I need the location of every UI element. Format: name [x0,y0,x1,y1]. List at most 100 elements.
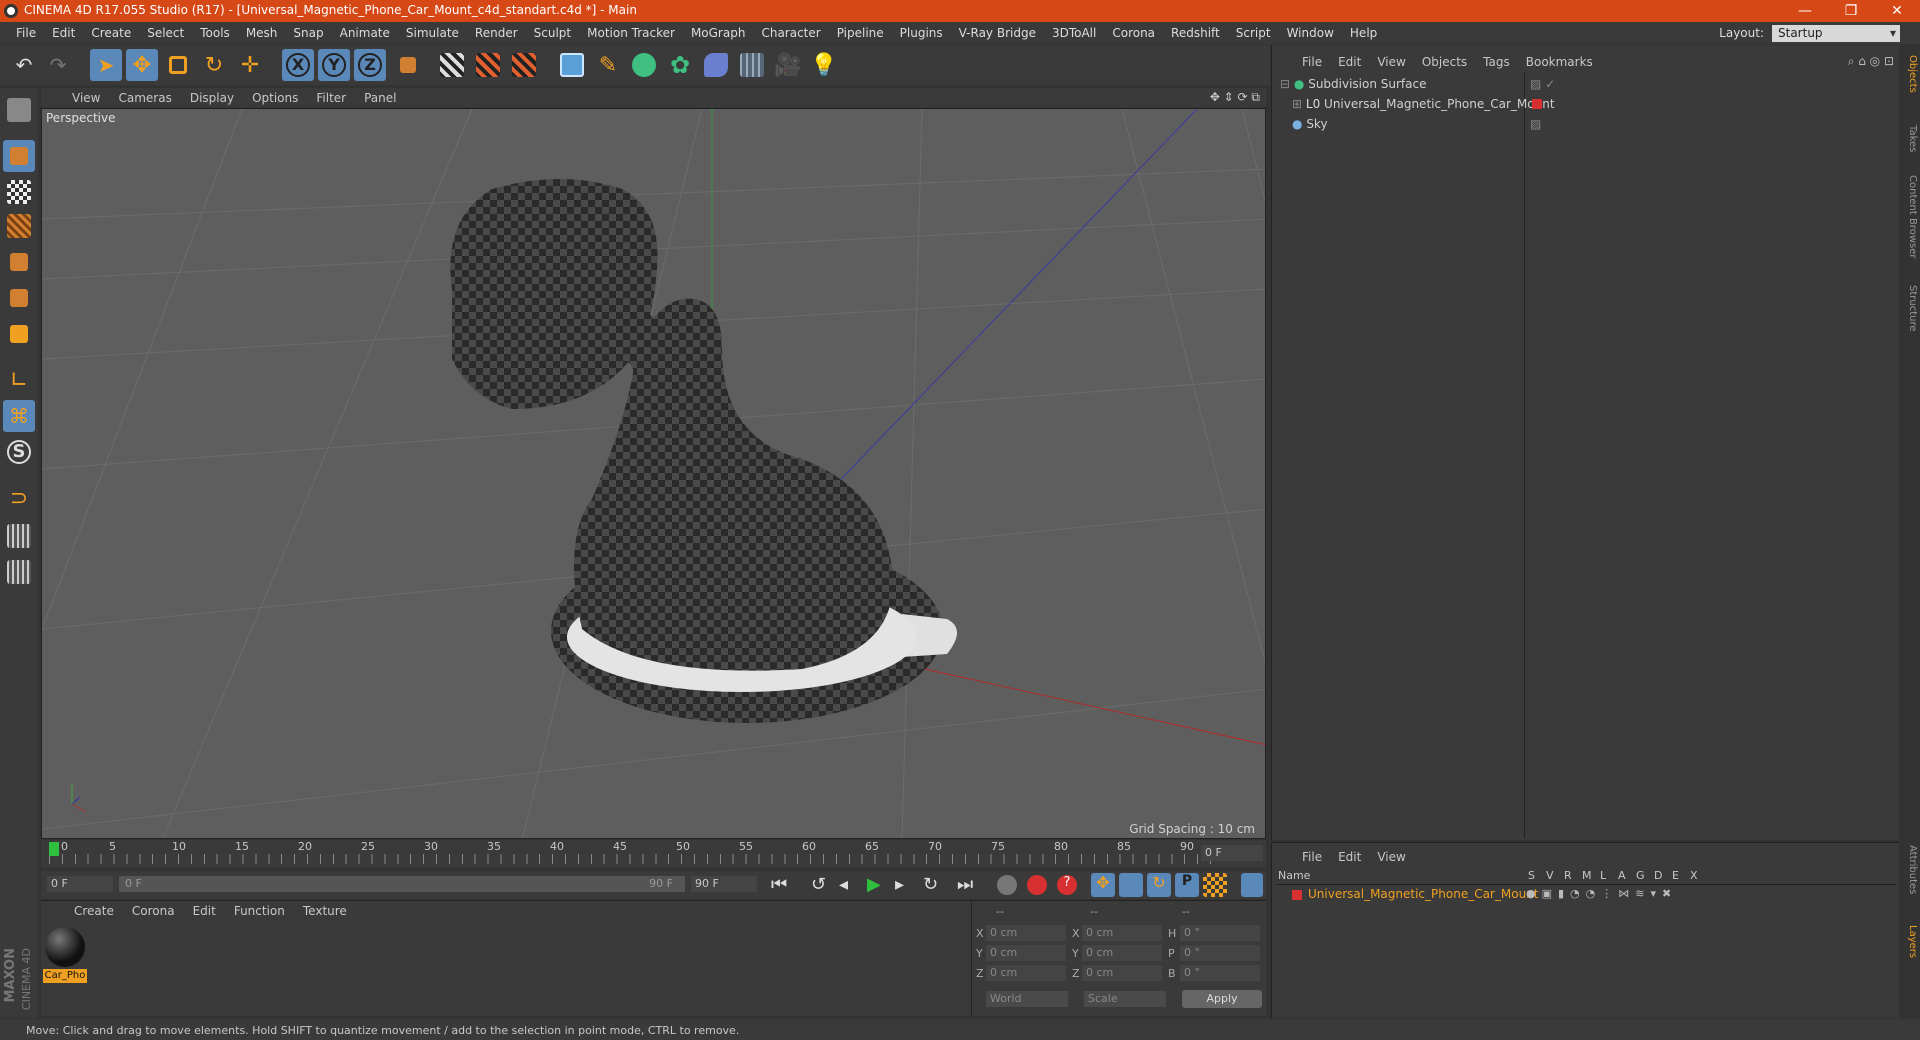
add-deformer-button[interactable] [700,49,732,81]
menu-file[interactable]: File [16,26,36,40]
rotate-tool-button[interactable]: ↻ [198,49,230,81]
texture-mode-button[interactable] [3,176,35,208]
coordinate-mode-dropdown[interactable]: World [986,991,1068,1007]
menu-edit[interactable]: Edit [52,26,75,40]
key-scale-button[interactable] [1119,873,1143,897]
rotation-h-field[interactable]: 0 ° [1180,925,1260,941]
menu-mograph[interactable]: MoGraph [691,26,746,40]
layout-dropdown[interactable]: Startup [1772,24,1900,42]
key-param-button[interactable]: P [1175,873,1199,897]
objects-menu-edit[interactable]: Edit [1338,55,1361,69]
object-row-phone-mount[interactable]: ⊞ L0 Universal_Magnetic_Phone_Car_Mount [1276,95,1896,114]
z-axis-button[interactable]: Z [354,49,386,81]
menu-window[interactable]: Window [1287,26,1334,40]
position-z-field[interactable]: 0 cm [986,965,1066,981]
menu-render[interactable]: Render [475,26,518,40]
menu-pipeline[interactable]: Pipeline [837,26,884,40]
add-floor-button[interactable] [736,49,768,81]
menu-vray-bridge[interactable]: V-Ray Bridge [959,26,1036,40]
objects-menu-objects[interactable]: Objects [1422,55,1467,69]
apply-button[interactable]: Apply [1182,990,1262,1008]
size-mode-dropdown[interactable]: Scale [1084,991,1166,1007]
render-picture-viewer-button[interactable] [472,49,504,81]
tab-attributes[interactable]: Attributes [1902,845,1918,894]
material-menu-function[interactable]: Function [234,904,285,918]
planar-workplane-button[interactable] [3,556,35,588]
menu-snap[interactable]: Snap [293,26,323,40]
menu-3dtoall[interactable]: 3DToAll [1052,26,1096,40]
3d-viewport[interactable]: Perspective Grid Spacing : 10 cm [41,108,1266,839]
layer-color-swatch[interactable] [1292,890,1302,900]
menu-script[interactable]: Script [1236,26,1271,40]
objects-menu-bookmarks[interactable]: Bookmarks [1526,55,1593,69]
menu-motion-tracker[interactable]: Motion Tracker [587,26,675,40]
undo-button[interactable]: ↶ [8,49,40,81]
size-y-field[interactable]: 0 cm [1082,945,1162,961]
layers-menu-edit[interactable]: Edit [1338,850,1361,864]
tab-layers[interactable]: Layers [1902,925,1918,958]
menu-redshift[interactable]: Redshift [1171,26,1220,40]
add-cube-button[interactable] [556,49,588,81]
menu-plugins[interactable]: Plugins [900,26,943,40]
key-rotation-button[interactable]: ↻ [1147,873,1171,897]
objects-menu-tags[interactable]: Tags [1483,55,1510,69]
viewport-menu-panel[interactable]: Panel [364,91,396,105]
edges-mode-button[interactable] [3,282,35,314]
menu-select[interactable]: Select [147,26,184,40]
next-frame-button[interactable]: ▸ [895,874,904,895]
tab-structure[interactable]: Structure [1902,285,1918,332]
key-pla-button[interactable] [1203,873,1227,897]
layer-flags-icons[interactable]: ●▣▮◔◔⋮⋈≋▾✖ [1526,887,1677,900]
layers-menu-file[interactable]: File [1302,850,1322,864]
start-frame-field[interactable]: 0 F [47,876,113,892]
menu-simulate[interactable]: Simulate [406,26,459,40]
viewport-menu-options[interactable]: Options [252,91,298,105]
prev-key-button[interactable]: ↺ [811,874,826,895]
viewport-menu-filter[interactable]: Filter [316,91,346,105]
material-swatch[interactable]: Car_Pho [43,925,87,983]
axis-mode-button[interactable]: ∟ [3,364,35,396]
menu-animate[interactable]: Animate [340,26,390,40]
redo-button[interactable]: ↷ [42,49,74,81]
size-x-field[interactable]: 0 cm [1082,925,1162,941]
menu-create[interactable]: Create [91,26,131,40]
size-z-field[interactable]: 0 cm [1082,965,1162,981]
polygons-mode-button[interactable] [3,318,35,350]
y-axis-button[interactable]: Y [318,49,350,81]
material-menu-create[interactable]: Create [74,904,114,918]
autokey-button[interactable]: ? [1057,875,1077,895]
menu-corona[interactable]: Corona [1112,26,1155,40]
points-mode-button[interactable] [3,246,35,278]
visibility-dots-icon[interactable]: ▨ ✓ [1530,75,1555,94]
snapping-button[interactable]: S [3,436,35,468]
go-to-start-button[interactable]: ⏮ [771,874,787,895]
play-button[interactable]: ▶ [867,874,881,895]
add-camera-button[interactable]: 🎥 [772,49,804,81]
object-row-sky[interactable]: ● Sky ▨ [1276,115,1896,134]
material-menu-edit[interactable]: Edit [193,904,216,918]
restore-button[interactable]: ❐ [1828,0,1874,22]
object-manager-search-icon[interactable]: ⌕ ⌂ ◎ ⊡ [1848,54,1894,69]
add-subdivision-button[interactable] [628,49,660,81]
menu-help[interactable]: Help [1350,26,1377,40]
viewport-nav-icons[interactable]: ✥ ⇕ ⟳ ⧉ [1210,90,1260,105]
add-light-button[interactable]: 💡 [808,49,840,81]
objects-menu-file[interactable]: File [1302,55,1322,69]
sky-visibility-icon[interactable]: ▨ [1530,115,1541,134]
close-button[interactable]: ✕ [1874,0,1920,22]
recent-tool-button[interactable]: ✛ [234,49,266,81]
scale-tool-button[interactable] [162,49,194,81]
menu-sculpt[interactable]: Sculpt [534,26,571,40]
material-menu-corona[interactable]: Corona [132,904,175,918]
playhead[interactable] [49,842,59,856]
material-menu-texture[interactable]: Texture [303,904,347,918]
keyframe-mode-button[interactable] [997,875,1017,895]
layer-color-icon[interactable] [1532,99,1542,109]
layers-menu-view[interactable]: View [1377,850,1405,864]
tweak-mode-button[interactable]: ⌘ [3,400,35,432]
lock-workplane-button[interactable] [3,520,35,552]
position-y-field[interactable]: 0 cm [986,945,1066,961]
render-settings-button[interactable] [508,49,540,81]
coordinate-system-button[interactable] [392,49,424,81]
tab-takes[interactable]: Takes [1902,125,1918,152]
